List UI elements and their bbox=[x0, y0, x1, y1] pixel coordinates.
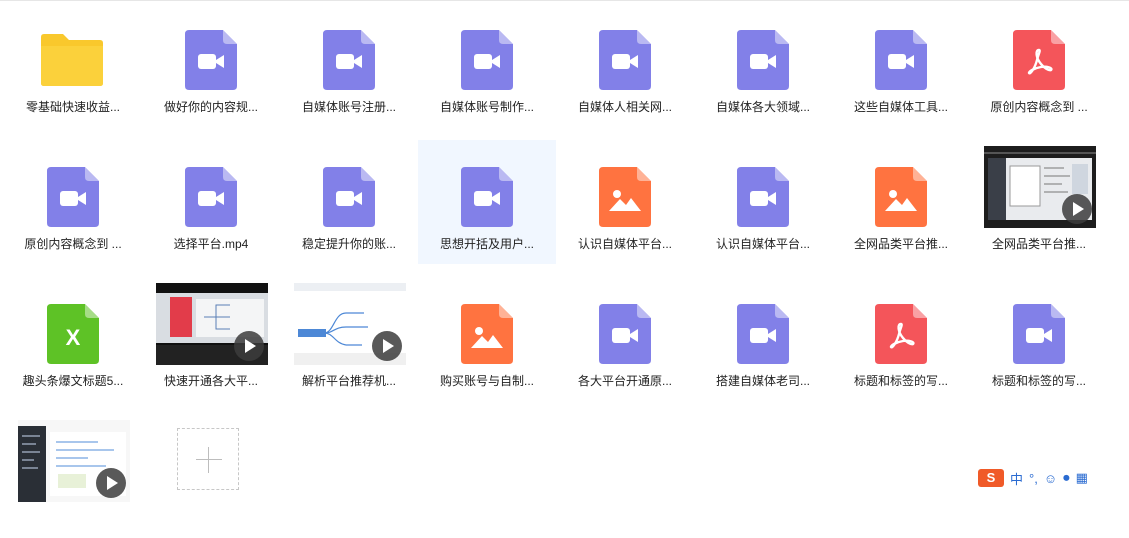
folder-icon bbox=[4, 3, 142, 93]
video-thumbnail bbox=[4, 414, 142, 504]
file-item[interactable]: 稳定提升你的账... bbox=[280, 140, 418, 264]
video-icon bbox=[418, 140, 556, 230]
file-name: 这些自媒体工具... bbox=[853, 100, 948, 114]
file-item[interactable]: 各大平台开通原... bbox=[556, 277, 694, 401]
excel-icon: X bbox=[4, 277, 142, 367]
file-name: 做好你的内容规... bbox=[163, 100, 258, 114]
file-item[interactable]: X 趣头条爆文标题5... bbox=[4, 277, 142, 401]
file-item[interactable]: 原创内容概念到 ... bbox=[4, 140, 142, 264]
plus-icon[interactable] bbox=[177, 428, 239, 490]
file-name: 解析平台推荐机... bbox=[301, 374, 396, 388]
file-grid: 零基础快速收益... 做好你的内容规... 自媒体账号注册... 自媒体账号制作...… bbox=[0, 1, 1129, 502]
file-item[interactable]: 原创内容概念到 ... bbox=[970, 3, 1108, 127]
image-icon bbox=[832, 140, 970, 230]
file-item[interactable]: 全网品类平台推... bbox=[970, 140, 1108, 264]
video-icon bbox=[142, 140, 280, 230]
video-thumbnail bbox=[142, 277, 280, 367]
file-name: 自媒体账号制作... bbox=[439, 100, 534, 114]
keyboard-icon[interactable]: ▦ bbox=[1076, 470, 1088, 486]
video-icon bbox=[832, 3, 970, 93]
add-icon bbox=[142, 414, 280, 504]
file-name: 稳定提升你的账... bbox=[301, 237, 396, 251]
microphone-icon[interactable]: ⏺ bbox=[1063, 470, 1070, 486]
file-name: 各大平台开通原... bbox=[577, 374, 672, 388]
image-icon bbox=[556, 140, 694, 230]
file-name: 趣头条爆文标题5... bbox=[22, 374, 124, 388]
pdf-icon bbox=[970, 3, 1108, 93]
file-item[interactable]: 自媒体各大领域... bbox=[694, 3, 832, 127]
video-icon bbox=[556, 3, 694, 93]
file-item[interactable]: 标题和标签的写... bbox=[970, 277, 1108, 401]
file-item[interactable]: 解析平台推荐机... bbox=[280, 277, 418, 401]
file-name: 搭建自媒体老司... bbox=[715, 374, 810, 388]
file-name: 快速开通各大平... bbox=[163, 374, 258, 388]
file-name: 认识自媒体平台... bbox=[715, 237, 810, 251]
file-name: 自媒体人相关网... bbox=[577, 100, 672, 114]
add-file-button[interactable] bbox=[142, 414, 280, 538]
punctuation-icon[interactable]: °, bbox=[1029, 471, 1038, 486]
thumbnail-image bbox=[18, 420, 130, 502]
file-item[interactable]: 购买账号与自制... bbox=[418, 277, 556, 401]
play-icon[interactable] bbox=[1062, 194, 1092, 224]
file-name: 原创内容概念到 ... bbox=[24, 237, 122, 251]
play-icon[interactable] bbox=[234, 331, 264, 361]
file-item[interactable]: 自媒体账号制作... bbox=[418, 3, 556, 127]
file-item[interactable]: 思想开括及用户... bbox=[418, 140, 556, 264]
file-item[interactable]: 认识自媒体平台... bbox=[556, 140, 694, 264]
file-name: 购买账号与自制... bbox=[439, 374, 534, 388]
video-thumbnail bbox=[970, 140, 1108, 230]
video-icon bbox=[280, 140, 418, 230]
play-icon[interactable] bbox=[96, 468, 126, 498]
ime-toolbar[interactable]: S 中 °, ☺ ⏺ ▦ bbox=[978, 469, 1088, 487]
file-name: 零基础快速收益... bbox=[25, 100, 120, 114]
file-name: 思想开括及用户... bbox=[439, 237, 534, 251]
play-icon[interactable] bbox=[372, 331, 402, 361]
sogou-ime-icon[interactable]: S bbox=[978, 469, 1004, 487]
thumbnail-image bbox=[156, 283, 268, 365]
file-item[interactable]: 标题和标签的写... bbox=[832, 277, 970, 401]
file-item[interactable]: 认识自媒体平台... bbox=[694, 140, 832, 264]
video-icon bbox=[694, 3, 832, 93]
file-item[interactable]: 零基础快速收益... bbox=[4, 3, 142, 127]
video-icon bbox=[556, 277, 694, 367]
file-item[interactable]: 选择平台.mp4 bbox=[142, 140, 280, 264]
video-icon bbox=[694, 140, 832, 230]
file-item[interactable] bbox=[4, 414, 142, 538]
file-name: 选择平台.mp4 bbox=[173, 237, 249, 251]
pdf-icon bbox=[832, 277, 970, 367]
file-item[interactable]: 自媒体人相关网... bbox=[556, 3, 694, 127]
file-name: 标题和标签的写... bbox=[853, 374, 948, 388]
file-name: 原创内容概念到 ... bbox=[990, 100, 1088, 114]
file-name: 自媒体账号注册... bbox=[301, 100, 396, 114]
thumbnail-image bbox=[984, 146, 1096, 228]
file-item[interactable]: 快速开通各大平... bbox=[142, 277, 280, 401]
video-icon bbox=[694, 277, 832, 367]
video-icon bbox=[142, 3, 280, 93]
file-item[interactable]: 搭建自媒体老司... bbox=[694, 277, 832, 401]
file-name: 认识自媒体平台... bbox=[577, 237, 672, 251]
video-icon bbox=[4, 140, 142, 230]
file-name: 标题和标签的写... bbox=[991, 374, 1086, 388]
file-item[interactable]: 全网品类平台推... bbox=[832, 140, 970, 264]
image-icon bbox=[418, 277, 556, 367]
file-name: 自媒体各大领域... bbox=[715, 100, 810, 114]
file-item[interactable]: 这些自媒体工具... bbox=[832, 3, 970, 127]
file-name: 全网品类平台推... bbox=[853, 237, 948, 251]
video-thumbnail bbox=[280, 277, 418, 367]
file-item[interactable]: 做好你的内容规... bbox=[142, 3, 280, 127]
emoji-icon[interactable]: ☺ bbox=[1044, 471, 1057, 486]
file-item[interactable]: 自媒体账号注册... bbox=[280, 3, 418, 127]
video-icon bbox=[970, 277, 1108, 367]
file-name: 全网品类平台推... bbox=[991, 237, 1086, 251]
thumbnail-image bbox=[294, 283, 406, 365]
video-icon bbox=[280, 3, 418, 93]
svg-text:X: X bbox=[66, 325, 81, 350]
video-icon bbox=[418, 3, 556, 93]
